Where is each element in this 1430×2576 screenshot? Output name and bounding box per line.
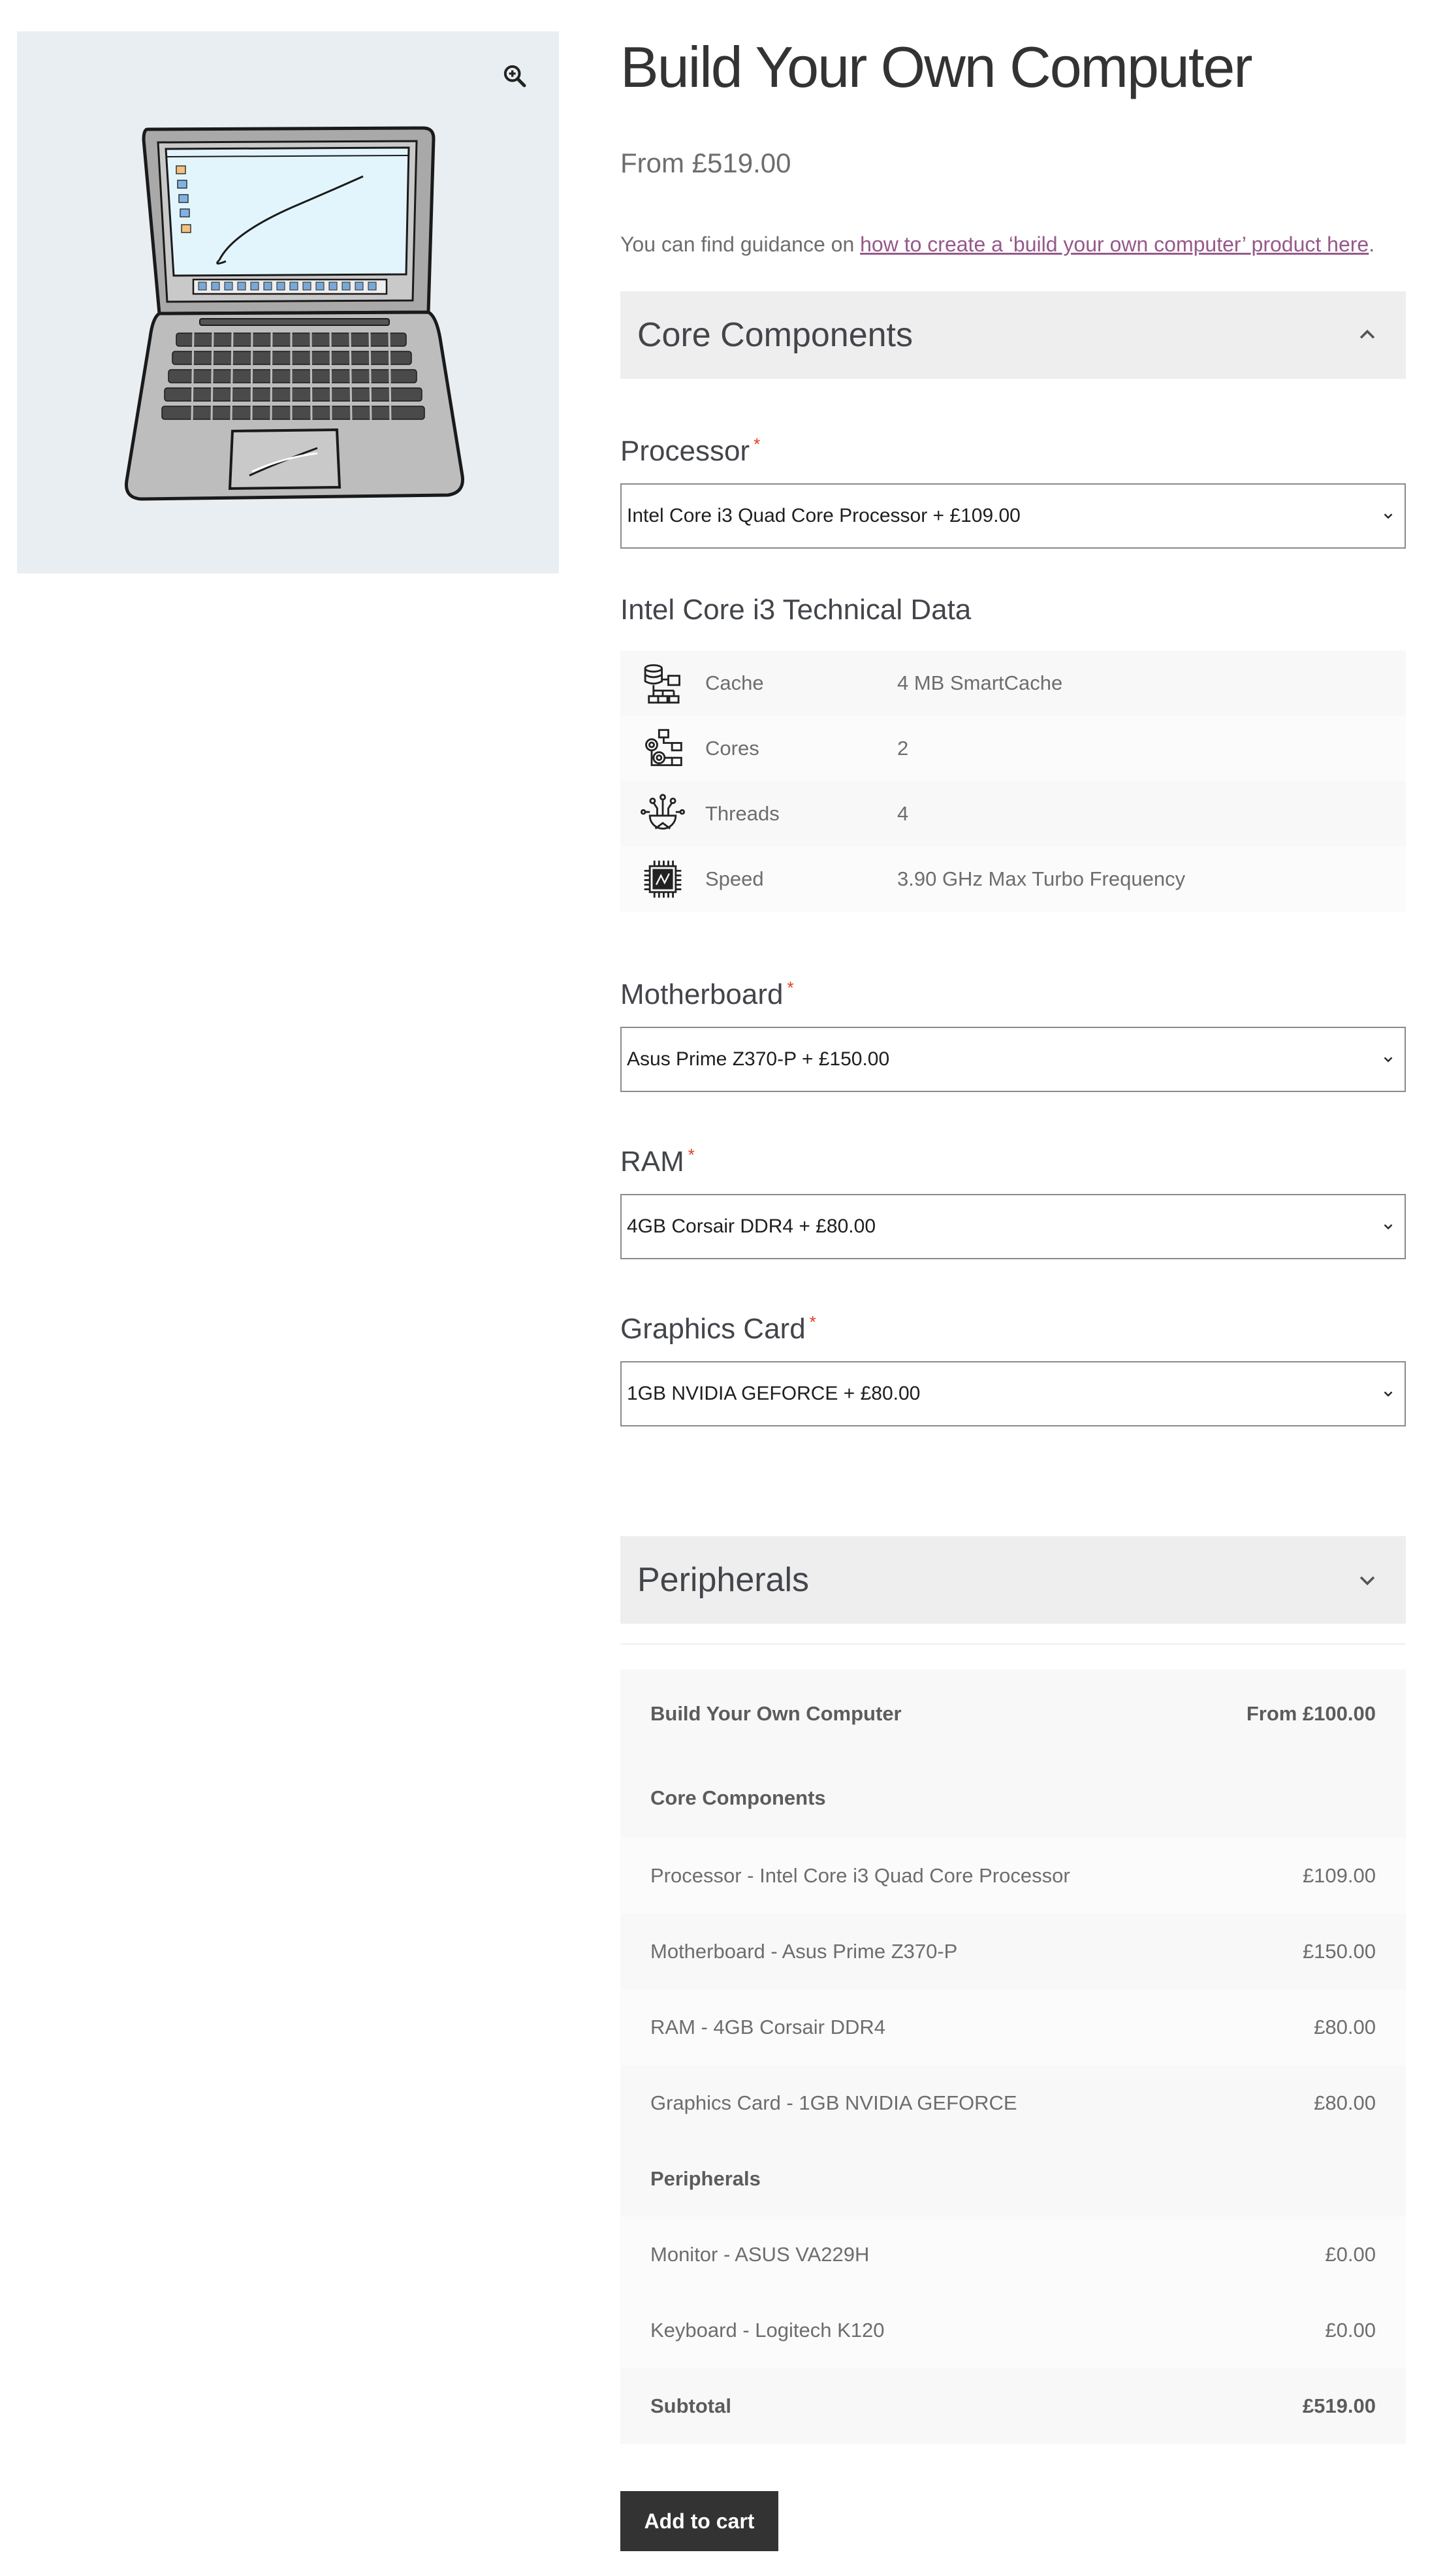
guidance-prefix: You can find guidance on [620, 233, 861, 256]
graphics-card-label: Graphics Card * [620, 1304, 816, 1347]
guidance-link[interactable]: how to create a ‘build your own computer… [860, 233, 1369, 256]
totals-core-heading-row: Core Components [620, 1758, 1406, 1838]
tech-row: Threads 4 [620, 781, 1406, 846]
zoom-in-icon[interactable] [496, 57, 533, 94]
core-components-heading: Core Components [637, 316, 913, 354]
motherboard-select[interactable]: Asus Prime Z370-P + £150.00 [620, 1027, 1406, 1092]
ram-selected-value: 4GB Corsair DDR4 + £80.00 [627, 1216, 876, 1237]
divider [620, 1643, 1406, 1645]
processor-selected-value: Intel Core i3 Quad Core Processor + £109… [627, 505, 1021, 526]
chevron-down-icon [1384, 1057, 1393, 1063]
totals-core-heading: Core Components [650, 1786, 826, 1809]
product-price: From £519.00 [620, 148, 791, 178]
line-label: Monitor - ASUS VA229H [650, 2243, 870, 2266]
tech-value: 2 [897, 737, 909, 760]
required-marker: * [754, 434, 761, 454]
table-row: Monitor - ASUS VA229H £0.00 [620, 2217, 1406, 2293]
guidance-suffix: . [1369, 233, 1375, 256]
laptop-illustration[interactable] [121, 123, 468, 521]
tech-key: Cores [705, 737, 759, 760]
line-label: RAM - 4GB Corsair DDR4 [650, 2016, 885, 2038]
processor-label-text: Processor [620, 435, 750, 467]
required-marker: * [688, 1145, 695, 1165]
line-price: £80.00 [1314, 2016, 1376, 2038]
line-price: £0.00 [1325, 2319, 1376, 2342]
line-label: Motherboard - Asus Prime Z370-P [650, 1940, 958, 1963]
peripherals-heading: Peripherals [637, 1561, 810, 1599]
line-label: Processor - Intel Core i3 Quad Core Proc… [650, 1864, 1070, 1887]
tech-data-table: Cache 4 MB SmartCache Cores 2 Threads 4 … [620, 651, 1406, 912]
chevron-up-icon [1359, 329, 1375, 339]
ram-select[interactable]: 4GB Corsair DDR4 + £80.00 [620, 1194, 1406, 1259]
motherboard-selected-value: Asus Prime Z370-P + £150.00 [627, 1048, 890, 1070]
chevron-down-icon [1359, 1576, 1375, 1586]
table-row: RAM - 4GB Corsair DDR4 £80.00 [620, 1989, 1406, 2065]
tech-value: 4 MB SmartCache [897, 671, 1063, 694]
subtotal-label: Subtotal [650, 2394, 731, 2417]
line-label: Keyboard - Logitech K120 [650, 2319, 885, 2342]
graphics-card-label-text: Graphics Card [620, 1313, 806, 1345]
tech-key: Threads [705, 802, 780, 825]
graphics-card-selected-value: 1GB NVIDIA GEFORCE + £80.00 [627, 1383, 921, 1404]
tech-row: Speed 3.90 GHz Max Turbo Frequency [620, 846, 1406, 912]
cores-icon [620, 726, 705, 771]
cache-icon [620, 661, 705, 705]
tech-row: Cache 4 MB SmartCache [620, 651, 1406, 716]
tech-data-title: Intel Core i3 Technical Data [620, 594, 972, 626]
tech-key: Cache [705, 671, 764, 694]
chip-icon [620, 857, 705, 901]
totals-product-row: Build Your Own Computer From £100.00 [620, 1669, 1406, 1758]
totals-product-price: From £100.00 [1246, 1702, 1376, 1725]
table-row: Processor - Intel Core i3 Quad Core Proc… [620, 1838, 1406, 1914]
chevron-down-icon [1384, 513, 1393, 519]
add-to-cart-button[interactable]: Add to cart [620, 2491, 778, 2551]
line-price: £150.00 [1302, 1940, 1376, 1963]
ram-label-text: RAM [620, 1146, 684, 1178]
required-marker: * [809, 1312, 816, 1332]
product-gallery [17, 31, 559, 573]
tech-row: Cores 2 [620, 716, 1406, 781]
line-price: £0.00 [1325, 2243, 1376, 2266]
tech-value: 3.90 GHz Max Turbo Frequency [897, 867, 1186, 890]
motherboard-label: Motherboard * [620, 969, 794, 1013]
tech-key: Speed [705, 867, 764, 890]
subtotal-value: £519.00 [1302, 2394, 1376, 2417]
tech-value: 4 [897, 802, 909, 825]
totals-peripherals-heading-row: Peripherals [620, 2141, 1406, 2217]
table-row: Graphics Card - 1GB NVIDIA GEFORCE £80.0… [620, 2065, 1406, 2141]
totals-product-name: Build Your Own Computer [650, 1702, 902, 1725]
table-row: Keyboard - Logitech K120 £0.00 [620, 2293, 1406, 2368]
line-label: Graphics Card - 1GB NVIDIA GEFORCE [650, 2091, 1017, 2114]
subtotal-row: Subtotal £519.00 [620, 2368, 1406, 2444]
line-price: £109.00 [1302, 1864, 1376, 1887]
line-price: £80.00 [1314, 2091, 1376, 2114]
peripherals-toggle[interactable]: Peripherals [620, 1536, 1406, 1624]
chevron-down-icon [1384, 1224, 1393, 1230]
threads-icon [620, 792, 705, 836]
product-title: Build Your Own Computer [620, 35, 1253, 99]
motherboard-label-text: Motherboard [620, 978, 784, 1010]
table-row: Motherboard - Asus Prime Z370-P £150.00 [620, 1914, 1406, 1989]
graphics-card-select[interactable]: 1GB NVIDIA GEFORCE + £80.00 [620, 1361, 1406, 1426]
processor-label: Processor * [620, 426, 760, 470]
core-components-toggle[interactable]: Core Components [620, 291, 1406, 379]
chevron-down-icon [1384, 1391, 1393, 1397]
ram-label: RAM * [620, 1136, 695, 1180]
processor-select[interactable]: Intel Core i3 Quad Core Processor + £109… [620, 483, 1406, 549]
totals-table: Build Your Own Computer From £100.00 Cor… [620, 1669, 1406, 2444]
guidance-text: You can find guidance on how to create a… [620, 230, 1374, 259]
required-marker: * [787, 978, 794, 997]
totals-peripherals-heading: Peripherals [650, 2167, 761, 2190]
